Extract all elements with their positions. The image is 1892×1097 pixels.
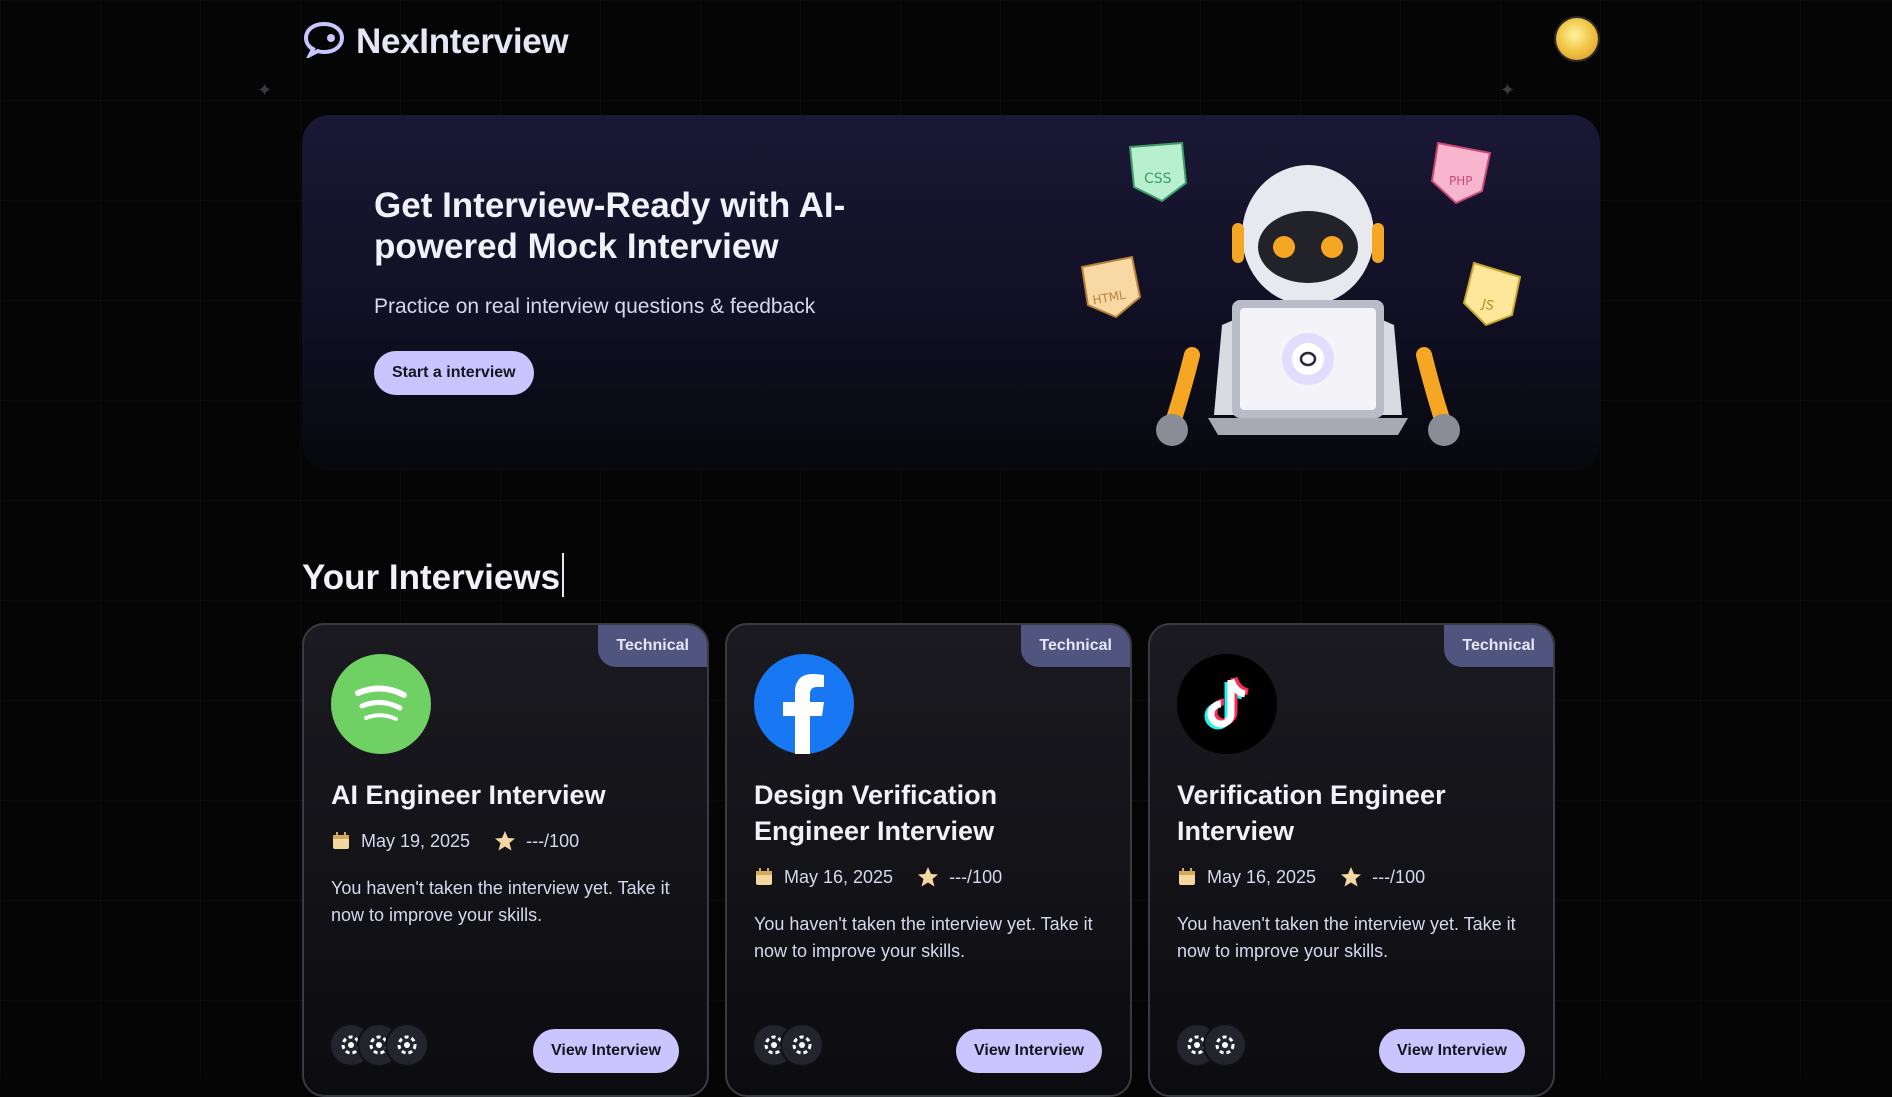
interview-date: May 19, 2025: [361, 830, 471, 851]
brand-home-link[interactable]: NexInterview: [302, 20, 569, 63]
js-tag-icon: JS: [1462, 261, 1522, 327]
start-interview-button[interactable]: Start a interview: [374, 351, 534, 395]
interview-score: ---/100: [526, 830, 580, 851]
calendar-icon: [331, 831, 351, 851]
sparkle-icon: ✦: [257, 80, 273, 100]
tech-stack: [1177, 1025, 1245, 1065]
interview-date: May 16, 2025: [784, 866, 894, 887]
interviews-section-title: Your Interviews: [302, 553, 565, 598]
interview-score: ---/100: [1372, 866, 1426, 887]
view-interview-button[interactable]: View Interview: [1379, 1029, 1525, 1073]
svg-text:PHP: PHP: [1449, 174, 1473, 188]
tech-stack: [331, 1025, 427, 1065]
calendar-icon: [1177, 867, 1197, 887]
interview-type-badge: Technical: [1444, 625, 1553, 667]
tiktok-icon: [1177, 654, 1277, 754]
star-icon: [917, 866, 939, 888]
chat-bubble-logo-icon: [302, 20, 346, 63]
html-tag-icon: HTML: [1080, 255, 1142, 319]
text-caret: [562, 553, 565, 597]
hero-subtitle: Practice on real interview questions & f…: [374, 295, 816, 318]
facebook-icon: [754, 654, 854, 754]
tech-icon: [1205, 1025, 1245, 1065]
svg-text:CSS: CSS: [1144, 171, 1172, 187]
interview-score: ---/100: [949, 866, 1003, 887]
interview-description: You haven't taken the interview yet. Tak…: [1177, 914, 1516, 961]
tech-icon: [387, 1025, 427, 1065]
brand-name: NexInterview: [356, 21, 569, 61]
star-icon: [1340, 866, 1362, 888]
star-icon: [494, 830, 516, 852]
interview-meta: May 16, 2025 ---/100: [754, 866, 1002, 888]
interview-description: You haven't taken the interview yet. Tak…: [754, 914, 1093, 961]
section-title-text: Your Interviews: [302, 558, 561, 597]
interview-type-badge: Technical: [1021, 625, 1130, 667]
sparkle-icon: ✦: [1500, 80, 1516, 100]
interview-card: Technical Verification Engineer Intervie…: [1148, 623, 1555, 1097]
tech-icon: [782, 1025, 822, 1065]
interview-meta: May 16, 2025 ---/100: [1177, 866, 1425, 888]
interview-title: Verification Engineer Interview: [1177, 780, 1446, 846]
php-tag-icon: PHP: [1430, 141, 1492, 205]
interview-title: AI Engineer Interview: [331, 780, 606, 810]
interview-type-badge: Technical: [598, 625, 707, 667]
interview-date: May 16, 2025: [1207, 866, 1317, 887]
view-interview-button[interactable]: View Interview: [533, 1029, 679, 1073]
css-tag-icon: CSS: [1128, 141, 1188, 203]
top-nav: NexInterview: [302, 16, 1598, 66]
hero-title: Get Interview-Ready with AI-powered Mock…: [374, 186, 846, 266]
view-interview-button[interactable]: View Interview: [956, 1029, 1102, 1073]
robot-laptop-illustration: CSS PHP HTML JS: [1080, 141, 1522, 446]
interview-meta: May 19, 2025 ---/100: [331, 830, 579, 852]
interview-description: You haven't taken the interview yet. Tak…: [331, 878, 670, 925]
interview-card: Technical Design Verification Engineer I…: [725, 623, 1132, 1097]
interview-card: Technical AI Engineer Interview May 19, …: [302, 623, 709, 1097]
spotify-icon: [331, 654, 431, 754]
hero-banner: Get Interview-Ready with AI-powered Mock…: [302, 115, 1600, 471]
interview-title: Design Verification Engineer Interview: [754, 780, 998, 846]
tech-stack: [754, 1025, 822, 1065]
user-avatar[interactable]: [1556, 18, 1598, 60]
calendar-icon: [754, 867, 774, 887]
